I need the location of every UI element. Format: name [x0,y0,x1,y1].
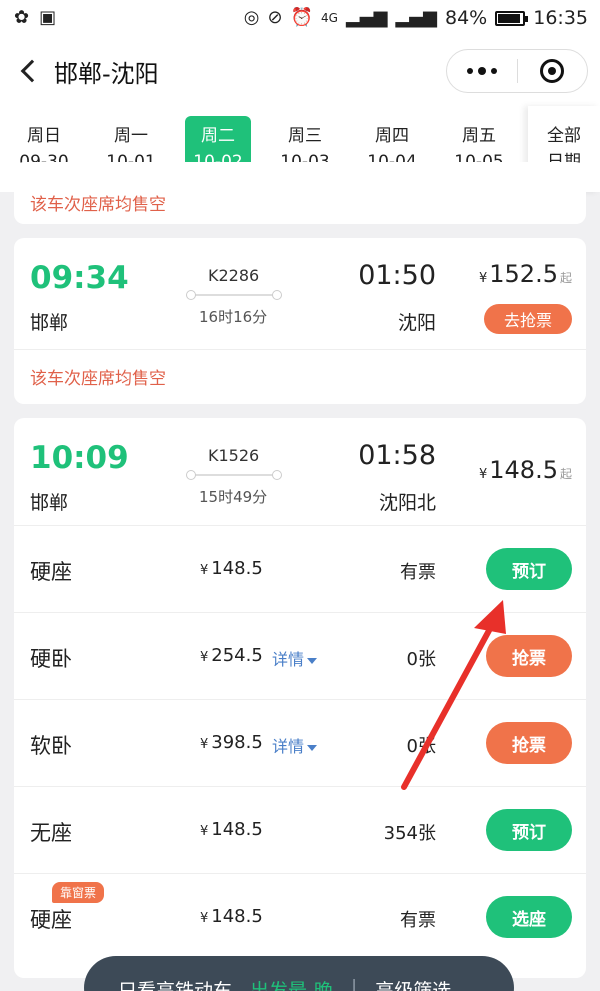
target-icon [540,59,565,83]
grab-ticket-button[interactable]: 抢票 [486,635,572,677]
window-seat-badge: 靠窗票 [52,882,105,903]
ticket-availability: 354张 [383,823,436,844]
route-line [186,290,282,300]
ticket-availability: 有票 [400,562,436,583]
mute-icon: ⊘ [267,7,283,28]
arrival-station: 沈阳 [397,312,436,334]
departure-station: 邯郸 [30,492,69,514]
mini-program-capsule [446,49,588,93]
battery-icon [495,10,529,26]
seat-row: 硬座 ¥148.5 有票 预订 [14,526,586,613]
seat-type: 无座 [30,821,72,845]
high-speed-only-filter[interactable]: 只看高铁动车 [118,976,232,991]
nfc-icon: ◎ [243,7,260,28]
duration: 16时16分 [199,308,268,326]
close-mini-program-button[interactable] [518,50,588,92]
ticket-availability: 有票 [400,910,436,931]
lowest-price: ¥148.5 起 [478,456,572,484]
train-card: 该车次座席均售空 [14,162,586,224]
train-summary[interactable]: 10:09 邯郸 K1526 15时49分 01:58 沈阳北 ¥148.5 起 [14,418,586,526]
departure-sort[interactable]: 出发最-晚 [250,976,333,991]
seat-price: ¥398.5 [200,732,263,753]
detail-link[interactable]: 详情 [272,733,318,757]
advanced-filter[interactable]: 高级筛选 [375,976,451,991]
detail-link[interactable]: 详情 [272,646,318,670]
sold-out-note: 该车次座席均售空 [30,195,166,215]
more-dots-icon [466,68,473,74]
book-button[interactable]: 预订 [486,548,572,590]
page-title: 邯郸-沈阳 [54,59,159,88]
signal-2-icon: ▂▄▆ [395,7,437,28]
image-icon: ▣ [39,7,57,28]
battery-percent: 84% [445,7,488,29]
caret-down-icon [307,744,318,751]
back-button[interactable] [0,36,54,106]
status-bar: ✿ ▣ ◎ ⊘ ⏰ 4G ▂▄▆ ▂▄▆ 84% 16:35 [0,0,600,36]
more-button[interactable] [447,50,517,92]
seat-row: 无座 ¥148.5 354张 预订 [14,787,586,874]
seat-type: 硬座 [30,908,72,932]
seat-price: ¥254.5 [200,645,263,666]
train-number: K1526 [208,446,260,465]
departure-station: 邯郸 [30,312,69,334]
network-type: 4G [321,11,338,25]
train-summary[interactable]: 09:34 邯郸 K2286 16时16分 01:50 沈阳 ¥152.5 起 去… [14,238,586,350]
train-card-expanded[interactable]: 10:09 邯郸 K1526 15时49分 01:58 沈阳北 ¥148.5 起 … [14,418,586,978]
arrival-station: 沈阳北 [378,492,436,514]
seat-type: 硬座 [30,560,72,584]
sold-out-note: 该车次座席均售空 [30,369,166,389]
seat-type: 硬卧 [30,647,72,671]
sync-icon: ✿ [14,7,30,28]
title-bar: 邯郸-沈阳 [0,36,600,106]
clock: 16:35 [533,7,588,29]
filter-bar: 只看高铁动车 出发最-晚 | 高级筛选 [84,956,514,991]
departure-time: 10:09 [30,440,129,476]
alarm-icon: ⏰ [290,7,313,28]
arrival-time: 01:50 [358,260,436,291]
seat-price: ¥148.5 [200,906,263,927]
route-line [186,470,282,480]
seat-price: ¥148.5 [200,558,263,579]
chevron-left-icon [20,59,44,83]
seat-row: 软卧 ¥398.5 详情 0张 抢票 [14,700,586,787]
grab-ticket-button[interactable]: 抢票 [486,722,572,764]
grab-ticket-button[interactable]: 去抢票 [484,304,572,334]
ticket-availability: 0张 [406,736,436,757]
seat-type: 软卧 [30,734,72,758]
select-seat-button[interactable]: 选座 [486,896,572,938]
ticket-availability: 0张 [406,649,436,670]
departure-time: 09:34 [30,260,129,296]
signal-icon: ▂▄▆ [345,7,388,28]
train-card[interactable]: 09:34 邯郸 K2286 16时16分 01:50 沈阳 ¥152.5 起 去… [14,238,586,404]
seat-row: 靠窗票 硬座 ¥148.5 有票 选座 [14,874,586,961]
seat-row: 硬卧 ¥254.5 详情 0张 抢票 [14,613,586,700]
lowest-price: ¥152.5 起 [478,260,572,288]
arrival-time: 01:58 [358,440,436,471]
duration: 15时49分 [199,488,268,506]
book-button[interactable]: 预订 [486,809,572,851]
caret-down-icon [307,657,318,664]
train-number: K2286 [208,266,260,285]
seat-price: ¥148.5 [200,819,263,840]
